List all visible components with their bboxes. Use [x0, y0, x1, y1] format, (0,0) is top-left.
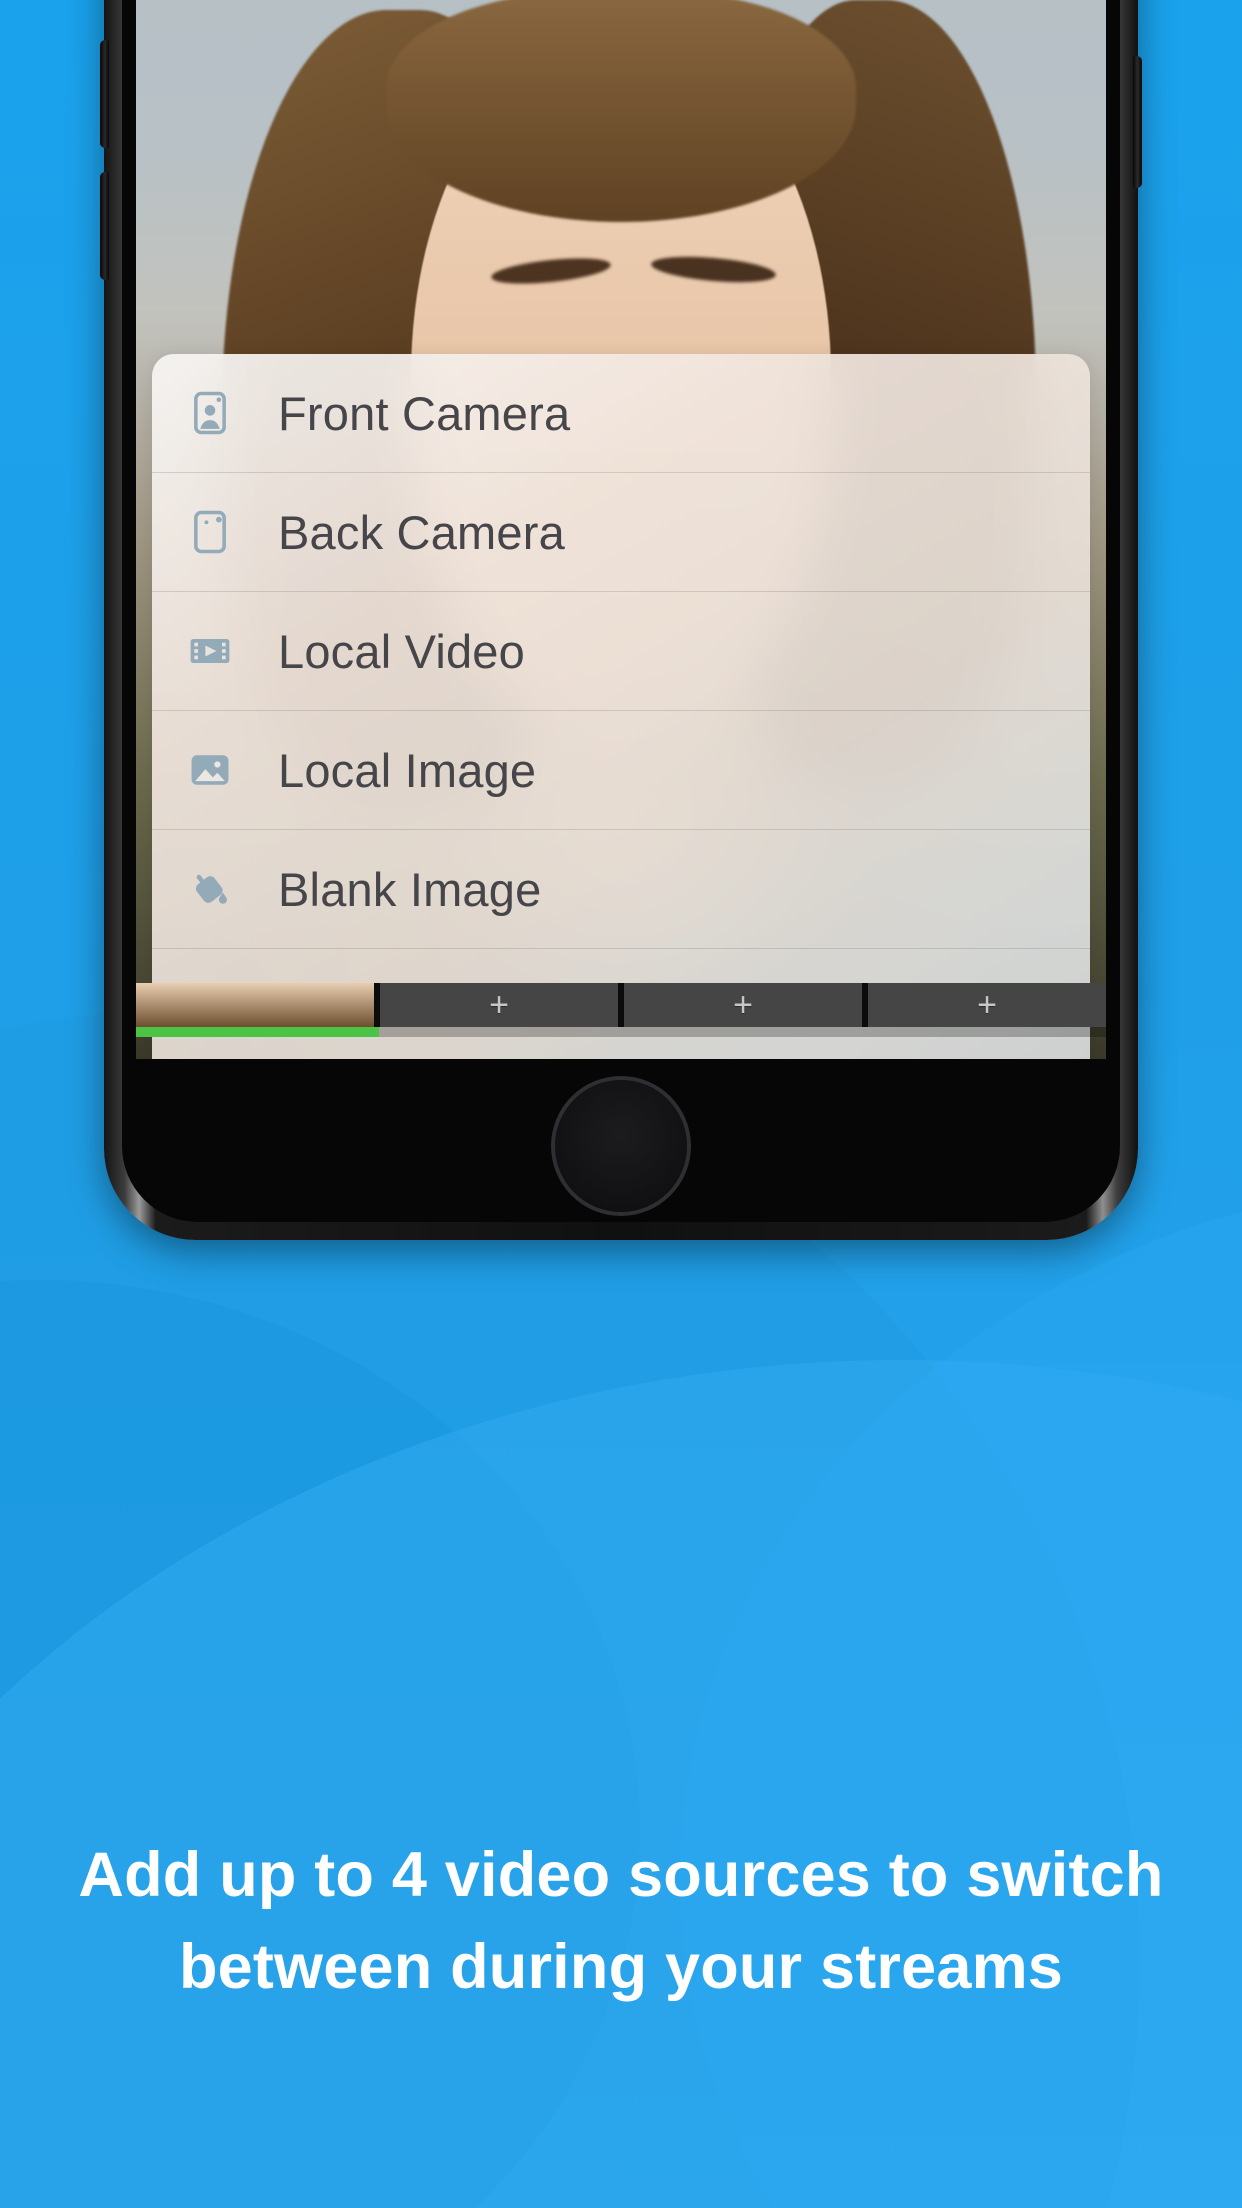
add-source-icon: +: [733, 986, 753, 1024]
volume-down-button[interactable]: [100, 172, 109, 280]
video-source-slot[interactable]: +: [380, 983, 618, 1027]
home-button[interactable]: [555, 1080, 687, 1212]
promo-caption-line-2: between during your streams: [178, 1932, 1064, 2003]
sheet-item-local-video[interactable]: Local Video: [152, 592, 1090, 711]
sheet-item-label: Front Camera: [278, 386, 571, 440]
video-source-slot[interactable]: +: [868, 983, 1106, 1027]
video-source-slot[interactable]: +: [624, 983, 862, 1027]
sheet-item-local-image[interactable]: Local Image: [152, 711, 1090, 830]
back-camera-icon: [184, 506, 236, 558]
photo-icon: [184, 744, 236, 796]
sheet-item-label: Blank Image: [278, 862, 542, 916]
sheet-item-back-camera[interactable]: Back Camera: [152, 473, 1090, 592]
volume-up-button[interactable]: [100, 40, 109, 148]
video-source-action-sheet: Front Camera Back Camera Local Video Loc…: [152, 354, 1090, 1059]
video-source-slot-strip: + + +: [136, 983, 1106, 1027]
sheet-item-label: Local Image: [278, 743, 537, 797]
promo-caption: Add up to 4 video sources to switch betw…: [0, 1838, 1242, 2005]
video-source-slot[interactable]: [136, 983, 374, 1027]
front-camera-icon: [184, 387, 236, 439]
phone-screen: Front Camera Back Camera Local Video Loc…: [136, 0, 1106, 1059]
add-source-icon: +: [489, 986, 509, 1024]
sheet-item-blank-image[interactable]: Blank Image: [152, 830, 1090, 949]
stream-progress-bar: [136, 1027, 1106, 1037]
add-source-icon: +: [977, 986, 997, 1024]
power-button[interactable]: [1133, 56, 1142, 188]
sheet-item-label: Back Camera: [278, 505, 565, 559]
promo-caption-line-1: Add up to 4 video sources to switch: [78, 1840, 1164, 1910]
film-icon: [184, 625, 236, 677]
preview-fringe: [386, 0, 856, 222]
stream-progress-fill: [136, 1027, 379, 1037]
sheet-item-front-camera[interactable]: Front Camera: [152, 354, 1090, 473]
paint-bucket-icon: [184, 863, 236, 915]
phone-mockup: Front Camera Back Camera Local Video Loc…: [100, 0, 1142, 1240]
sheet-item-label: Local Video: [278, 624, 525, 678]
